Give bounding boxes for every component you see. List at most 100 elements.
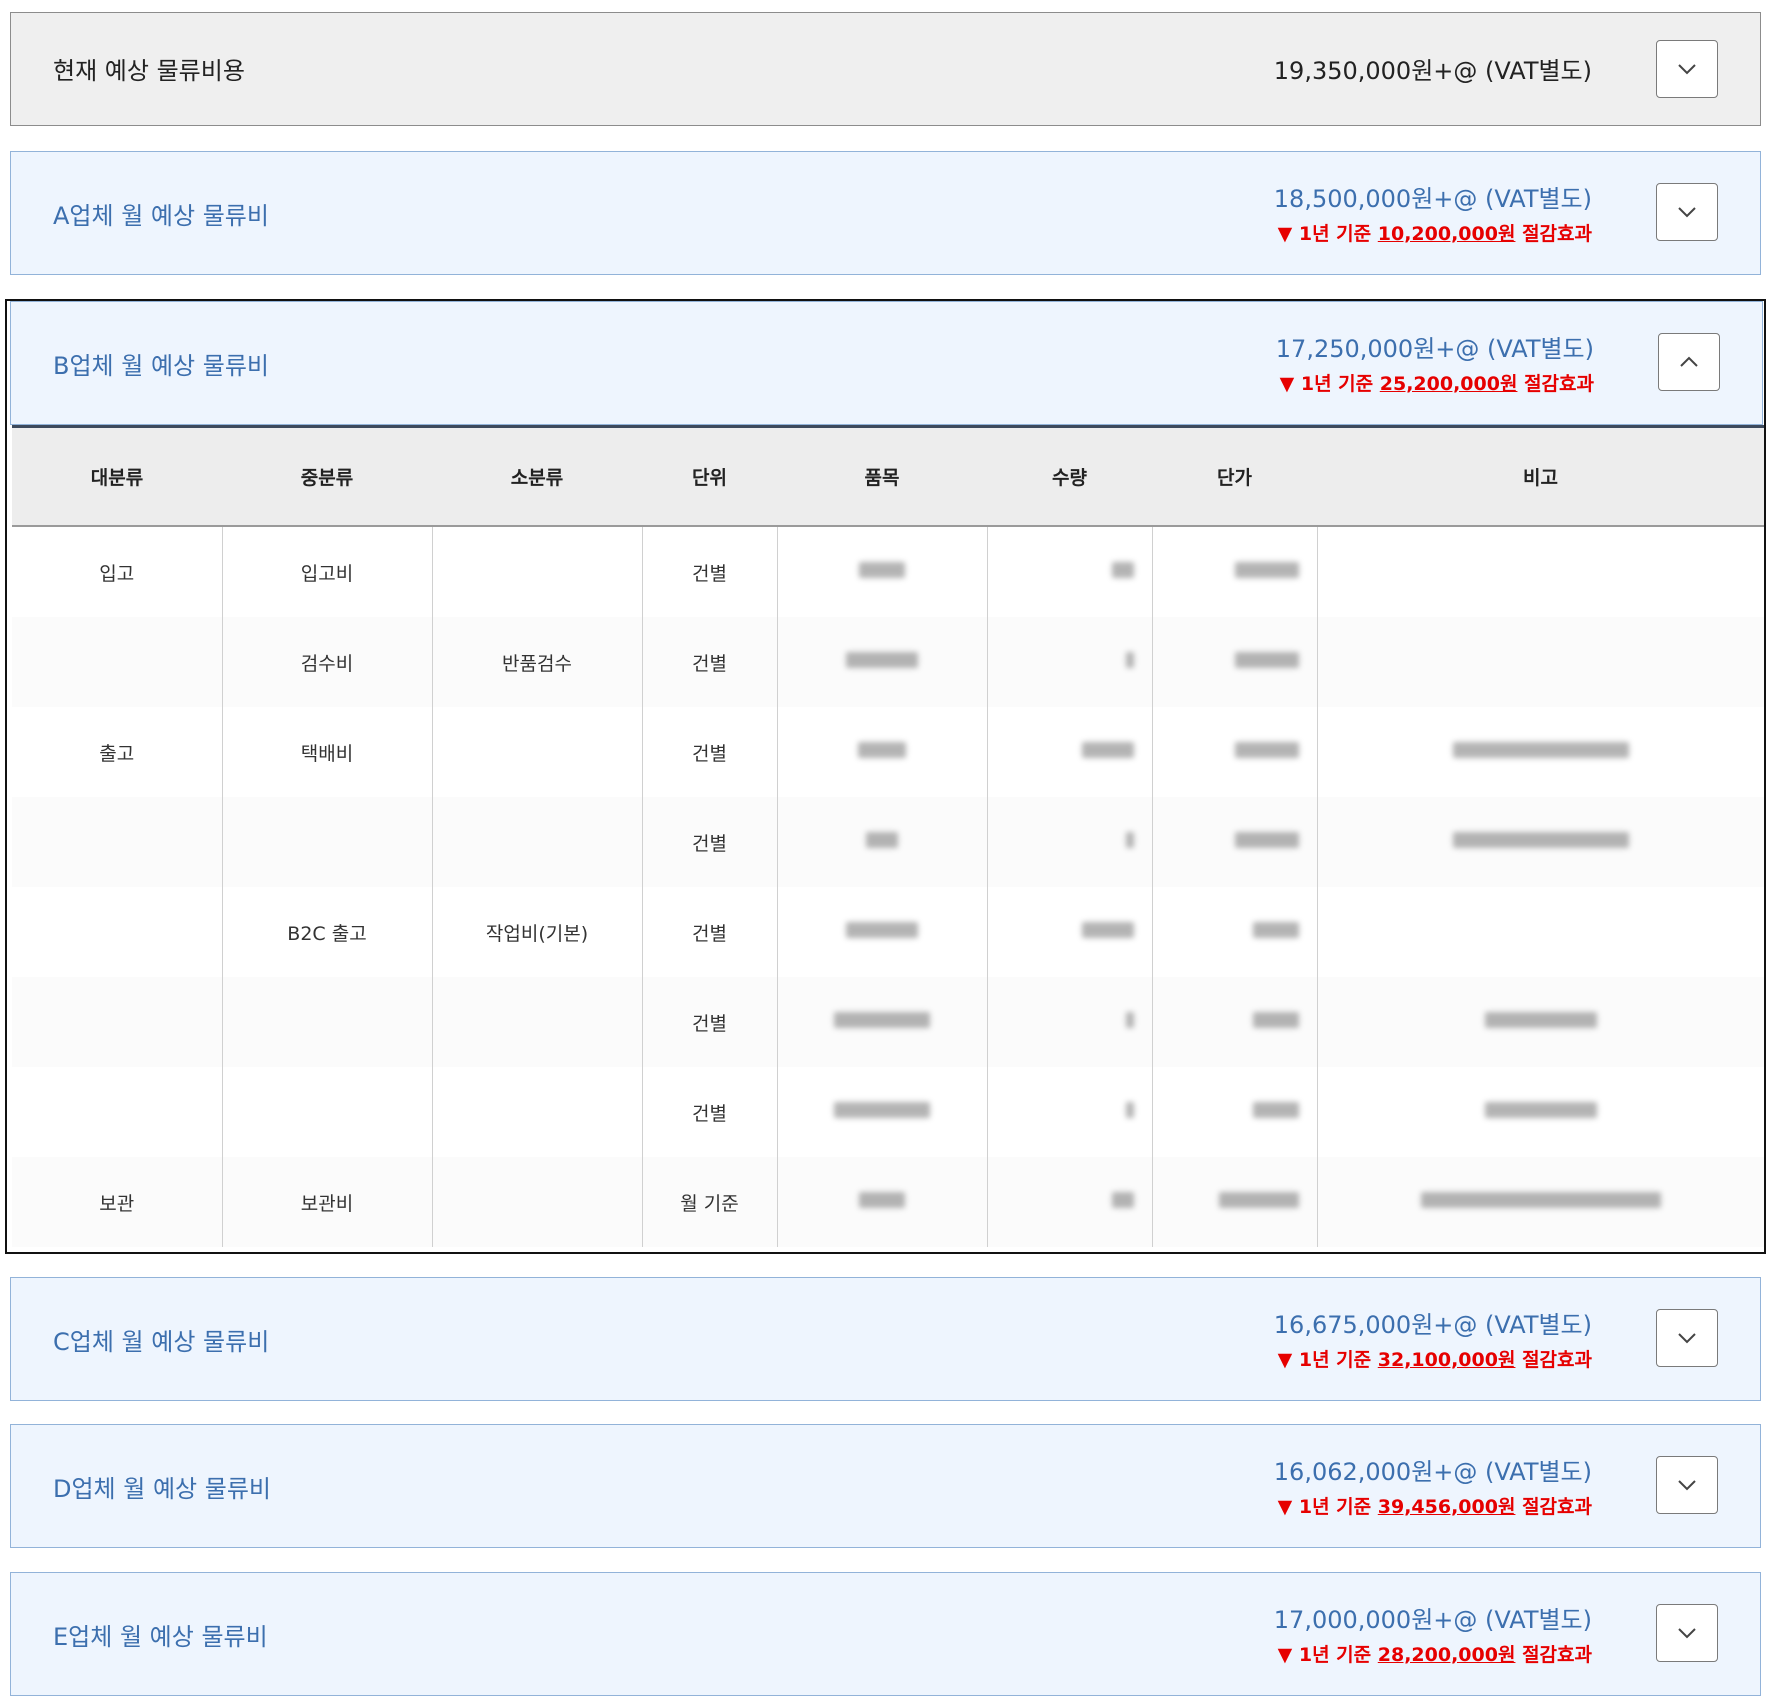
cell-minor — [431, 707, 642, 797]
cell-qty-redacted — [986, 977, 1152, 1067]
cell-middle: 입고비 — [221, 526, 432, 617]
col-header-middle: 중분류 — [222, 426, 432, 527]
current-cost-title: 현재 예상 물류비용 — [53, 57, 245, 85]
savings-suffix: 절감효과 — [1524, 373, 1594, 395]
cell-note-redacted — [1316, 1157, 1764, 1247]
table-row: 건별 — [12, 1067, 1764, 1157]
vendor-amount: 17,250,000원+@ (VAT별도) — [1275, 335, 1594, 363]
collapse-toggle-button[interactable] — [1658, 333, 1720, 391]
expand-toggle-button[interactable] — [1656, 1604, 1718, 1662]
cell-note-redacted — [1316, 1067, 1764, 1157]
savings-suffix: 절감효과 — [1522, 1644, 1592, 1666]
cell-minor: 작업비(기본) — [431, 887, 642, 977]
cell-major — [12, 617, 222, 707]
cell-price-redacted — [1151, 617, 1317, 707]
expand-toggle-button[interactable] — [1656, 1309, 1718, 1367]
savings-value: 25,200,000원 — [1379, 373, 1518, 395]
cell-note-redacted — [1316, 797, 1764, 887]
savings-note: ▼ 1년 기준 28,200,000원 절감효과 — [1278, 1640, 1592, 1667]
cell-price-redacted — [1151, 1157, 1317, 1247]
cell-middle: 택배비 — [221, 707, 432, 797]
chevron-down-icon — [1678, 1480, 1696, 1491]
col-header-note: 비고 — [1317, 426, 1764, 527]
cell-middle — [221, 797, 432, 887]
cell-qty-redacted — [986, 887, 1152, 977]
vendor-title: C업체 월 예상 물류비 — [53, 1328, 270, 1356]
cell-unit: 건별 — [641, 887, 777, 977]
col-header-qty: 수량 — [987, 426, 1152, 527]
cell-minor — [431, 1067, 642, 1157]
cell-unit: 건별 — [641, 617, 777, 707]
savings-prefix: ▼ 1년 기준 — [1277, 1349, 1372, 1371]
cell-qty-redacted — [986, 797, 1152, 887]
savings-value: 39,456,000원 — [1377, 1496, 1516, 1518]
savings-prefix: ▼ 1년 기준 — [1277, 223, 1372, 245]
cell-price-redacted — [1151, 797, 1317, 887]
cell-minor — [431, 977, 642, 1067]
vendor-title: B업체 월 예상 물류비 — [53, 352, 269, 380]
cell-middle: 검수비 — [221, 617, 432, 707]
cell-note — [1316, 526, 1764, 617]
vendor-title: D업체 월 예상 물류비 — [53, 1475, 272, 1503]
cell-item-redacted — [776, 617, 987, 707]
cell-unit: 건별 — [641, 707, 777, 797]
savings-prefix: ▼ 1년 기준 — [1277, 1496, 1372, 1518]
savings-suffix: 절감효과 — [1522, 1349, 1592, 1371]
table-row: B2C 출고 작업비(기본) 건별 — [12, 887, 1764, 977]
savings-note: ▼ 1년 기준 32,100,000원 절감효과 — [1278, 1345, 1592, 1372]
vendor-panel-c[interactable]: C업체 월 예상 물류비 16,675,000원+@ (VAT별도) ▼ 1년 … — [10, 1277, 1761, 1401]
cell-qty-redacted — [986, 526, 1152, 617]
vendor-title: E업체 월 예상 물류비 — [53, 1623, 268, 1651]
cell-item-redacted — [776, 707, 987, 797]
cell-item-redacted — [776, 1067, 987, 1157]
table-row: 건별 — [12, 977, 1764, 1067]
cell-item-redacted — [776, 887, 987, 977]
expand-toggle-button[interactable] — [1656, 40, 1718, 98]
cell-unit: 건별 — [641, 797, 777, 887]
savings-suffix: 절감효과 — [1522, 1496, 1592, 1518]
cell-note — [1316, 887, 1764, 977]
cell-note-redacted — [1316, 977, 1764, 1067]
col-header-minor: 소분류 — [432, 426, 642, 527]
cell-major: 보관 — [12, 1157, 222, 1247]
expanded-vendor-section: B업체 월 예상 물류비 17,250,000원+@ (VAT별도) ▼ 1년 … — [5, 299, 1766, 1254]
cell-price-redacted — [1151, 977, 1317, 1067]
vendor-amount: 16,675,000원+@ (VAT별도) — [1273, 1311, 1592, 1339]
chevron-down-icon — [1678, 1333, 1696, 1344]
cell-unit: 월 기준 — [641, 1157, 777, 1247]
cell-major: 입고 — [99, 562, 135, 585]
cell-minor — [431, 1157, 642, 1247]
cell-unit: 건별 — [641, 1067, 777, 1157]
table-row: 건별 — [12, 797, 1764, 887]
cell-major — [12, 977, 222, 1067]
cell-item-redacted — [776, 797, 987, 887]
col-header-price: 단가 — [1152, 426, 1317, 527]
vendor-panel-a[interactable]: A업체 월 예상 물류비 18,500,000원+@ (VAT별도) ▼ 1년 … — [10, 151, 1761, 275]
cell-price-redacted — [1151, 887, 1317, 977]
table-header-row: 대분류 중분류 소분류 단위 품목 수량 단가 비고 — [12, 426, 1764, 527]
chevron-down-icon — [1678, 64, 1696, 75]
cell-major — [12, 797, 222, 887]
cell-qty-redacted — [986, 1067, 1152, 1157]
savings-note: ▼ 1년 기준 25,200,000원 절감효과 — [1280, 369, 1594, 396]
expand-toggle-button[interactable] — [1656, 183, 1718, 241]
vendor-panel-b[interactable]: B업체 월 예상 물류비 17,250,000원+@ (VAT별도) ▼ 1년 … — [10, 301, 1763, 425]
cell-minor — [431, 797, 642, 887]
cell-price-redacted — [1151, 526, 1317, 617]
chevron-down-icon — [1678, 207, 1696, 218]
current-cost-amount: 19,350,000원+@ (VAT별도) — [1273, 57, 1592, 85]
cell-major — [12, 1067, 222, 1157]
savings-value: 28,200,000원 — [1377, 1644, 1516, 1666]
vendor-amount: 17,000,000원+@ (VAT별도) — [1273, 1606, 1592, 1634]
vendor-panel-e[interactable]: E업체 월 예상 물류비 17,000,000원+@ (VAT별도) ▼ 1년 … — [10, 1572, 1761, 1696]
cell-unit: 건별 — [641, 526, 777, 617]
vendor-panel-d[interactable]: D업체 월 예상 물류비 16,062,000원+@ (VAT별도) ▼ 1년 … — [10, 1424, 1761, 1548]
expand-toggle-button[interactable] — [1656, 1456, 1718, 1514]
savings-value: 32,100,000원 — [1377, 1349, 1516, 1371]
col-header-unit: 단위 — [642, 426, 777, 527]
cost-detail-table: 대분류 중분류 소분류 단위 품목 수량 단가 비고 입고 입고비 건별 검수비… — [12, 425, 1764, 1247]
cell-middle — [221, 977, 432, 1067]
chevron-up-icon — [1680, 356, 1698, 367]
cell-unit: 건별 — [641, 977, 777, 1067]
cell-major: 출고 — [99, 742, 135, 765]
